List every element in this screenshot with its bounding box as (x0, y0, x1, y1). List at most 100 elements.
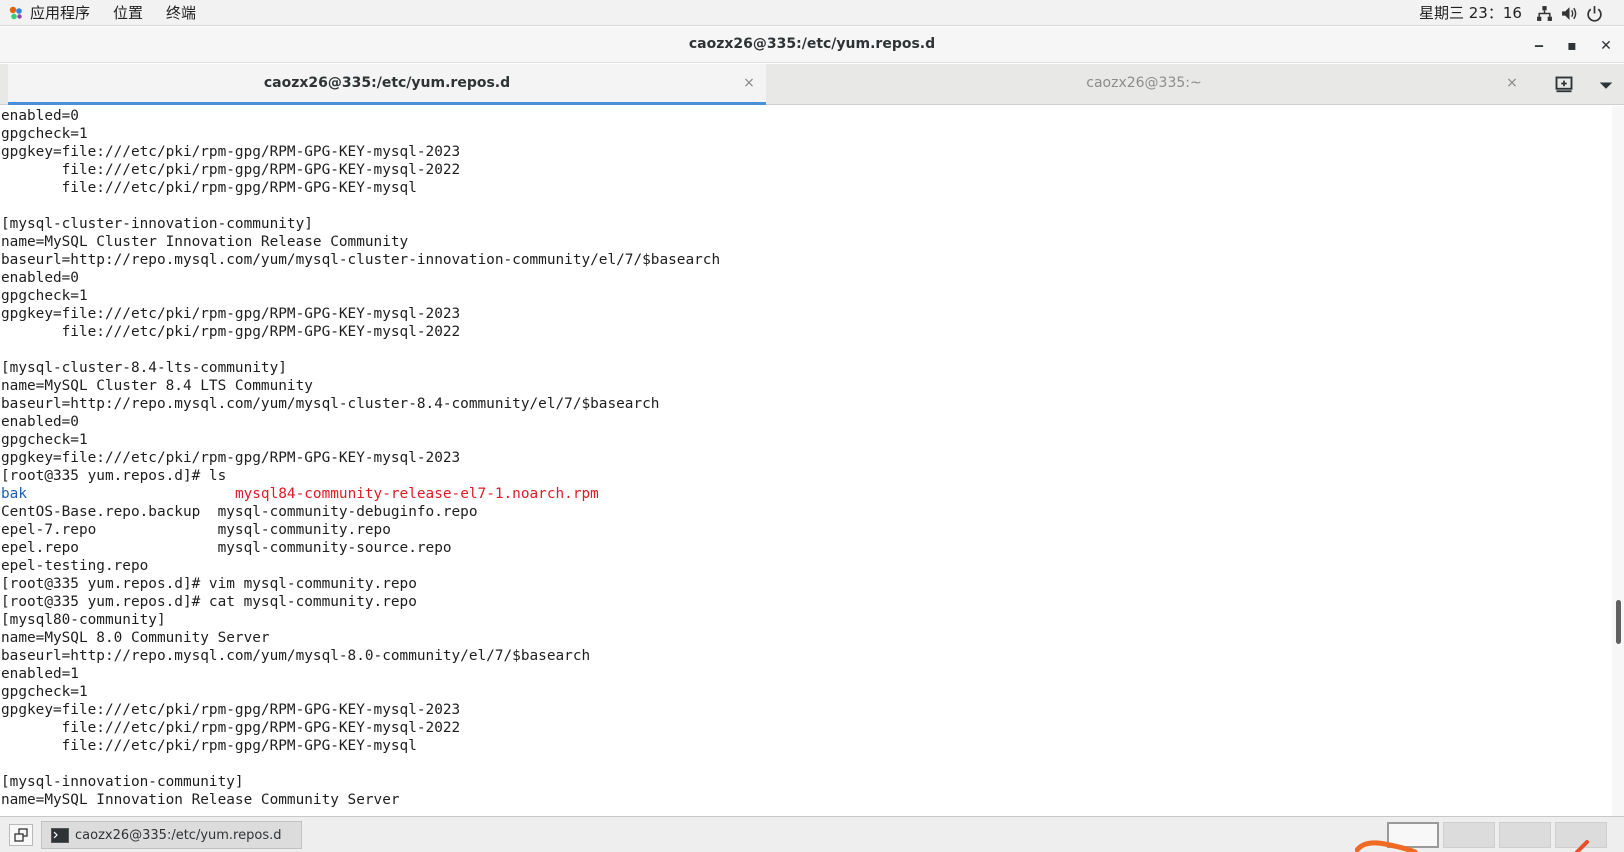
terminal-text: epel-7.repo mysql-community.repo (1, 522, 391, 538)
taskbar-window-label: caozx26@335:/etc/yum.repos.d (75, 828, 282, 843)
terminal-line: [mysql-cluster-innovation-community] (1, 215, 720, 233)
terminal-line: [mysql80-community] (1, 611, 720, 629)
tab-close-icon[interactable]: × (741, 74, 757, 92)
terminal-text: gpgcheck=1 (1, 432, 88, 448)
terminal-line: gpgkey=file:///etc/pki/rpm-gpg/RPM-GPG-K… (1, 449, 720, 467)
terminal-text: gpgcheck=1 (1, 684, 88, 700)
terminal-text: file:///etc/pki/rpm-gpg/RPM-GPG-KEY-mysq… (1, 162, 461, 178)
terminal-line: enabled=0 (1, 107, 720, 125)
terminal-text: file:///etc/pki/rpm-gpg/RPM-GPG-KEY-mysq… (1, 324, 461, 340)
terminal-text: gpgkey=file:///etc/pki/rpm-gpg/RPM-GPG-K… (1, 144, 461, 160)
terminal-text: name=MySQL 8.0 Community Server (1, 630, 270, 646)
directory-name-text: bak (1, 486, 27, 502)
terminal-line: [root@335 yum.repos.d]# ls (1, 467, 720, 485)
terminal-line: epel-7.repo mysql-community.repo (1, 521, 720, 539)
terminal-line: bak mysql84-community-release-el7-1.noar… (1, 485, 720, 503)
terminal-app-icon (51, 828, 69, 843)
minimize-button[interactable]: ‒ (1529, 36, 1549, 56)
terminal-line: gpgkey=file:///etc/pki/rpm-gpg/RPM-GPG-K… (1, 701, 720, 719)
terminal-line: file:///etc/pki/rpm-gpg/RPM-GPG-KEY-mysq… (1, 161, 720, 179)
rpm-file-text: mysql84-community-release-el7-1.noarch.r… (234, 486, 599, 502)
terminal-text: baseurl=http://repo.mysql.com/yum/mysql-… (1, 396, 660, 412)
clock[interactable]: 星期三 23：16 (1419, 3, 1522, 23)
terminal-line: file:///etc/pki/rpm-gpg/RPM-GPG-KEY-mysq… (1, 179, 720, 197)
terminal-text: gpgkey=file:///etc/pki/rpm-gpg/RPM-GPG-K… (1, 702, 461, 718)
tab-bar: caozx26@335:/etc/yum.repos.d × caozx26@3… (0, 64, 1624, 105)
terminal-line: gpgkey=file:///etc/pki/rpm-gpg/RPM-GPG-K… (1, 305, 720, 323)
close-button[interactable]: ✕ (1596, 36, 1616, 56)
show-desktop-icon (14, 828, 28, 842)
terminal-text: baseurl=http://repo.mysql.com/yum/mysql-… (1, 648, 591, 664)
terminal-text: name=MySQL Innovation Release Community … (1, 792, 400, 808)
terminal-line: epel.repo mysql-community-source.repo (1, 539, 720, 557)
terminal-lines: enabled=0 gpgcheck=1 gpgkey=file:///etc/pk… (1, 107, 720, 809)
taskbar-window-item[interactable]: caozx26@335:/etc/yum.repos.d (41, 821, 302, 849)
tab-home[interactable]: caozx26@335:~ × (766, 64, 1522, 105)
annotation-scribble (1355, 840, 1589, 852)
show-desktop-button[interactable] (9, 824, 33, 846)
terminal-text: gpgkey=file:///etc/pki/rpm-gpg/RPM-GPG-K… (1, 450, 461, 466)
terminal-line: name=MySQL 8.0 Community Server (1, 629, 720, 647)
window-title: caozx26@335:/etc/yum.repos.d (688, 36, 936, 52)
terminal-line: gpgcheck=1 (1, 431, 720, 449)
terminal-text: [root@335 yum.repos.d]# vim mysql-commun… (1, 576, 417, 592)
terminal-line: gpgcheck=1 (1, 287, 720, 305)
terminal-line: gpgcheck=1 (1, 125, 720, 143)
terminal-text: enabled=0 (1, 414, 79, 430)
volume-icon[interactable] (1561, 5, 1578, 22)
terminal-line: enabled=1 (1, 665, 720, 683)
new-tab-icon[interactable] (1554, 75, 1574, 95)
terminal-text: [root@335 yum.repos.d]# cat mysql-commun… (1, 594, 417, 610)
terminal-text: file:///etc/pki/rpm-gpg/RPM-GPG-KEY-mysq… (1, 738, 417, 754)
tab-yum-repos[interactable]: caozx26@335:/etc/yum.repos.d × (8, 64, 766, 105)
terminal-line: baseurl=http://repo.mysql.com/yum/mysql-… (1, 395, 720, 413)
terminal-scrollbar[interactable] (1612, 106, 1624, 816)
terminal-line: gpgkey=file:///etc/pki/rpm-gpg/RPM-GPG-K… (1, 143, 720, 161)
menu-terminal[interactable]: 终端 (166, 3, 196, 23)
terminal-line: file:///etc/pki/rpm-gpg/RPM-GPG-KEY-mysq… (1, 737, 720, 755)
network-icon[interactable] (1536, 5, 1553, 22)
terminal-line: name=MySQL Cluster Innovation Release Co… (1, 233, 720, 251)
terminal-line: name=MySQL Cluster 8.4 LTS Community (1, 377, 720, 395)
maximize-button[interactable]: ▪ (1562, 36, 1582, 56)
terminal-line: file:///etc/pki/rpm-gpg/RPM-GPG-KEY-mysq… (1, 719, 720, 737)
terminal-text: CentOS-Base.repo.backup mysql-community-… (1, 504, 478, 520)
terminal-text: [mysql-cluster-8.4-lts-community] (1, 360, 287, 376)
terminal-text: gpgkey=file:///etc/pki/rpm-gpg/RPM-GPG-K… (1, 306, 461, 322)
terminal-text: baseurl=http://repo.mysql.com/yum/mysql-… (1, 252, 721, 268)
scrollbar-thumb[interactable] (1616, 600, 1621, 644)
terminal-line: enabled=0 (1, 269, 720, 287)
terminal-line: [root@335 yum.repos.d]# cat mysql-commun… (1, 593, 720, 611)
tab-label: caozx26@335:~ (1086, 75, 1202, 91)
terminal-text: epel.repo mysql-community-source.repo (1, 540, 452, 556)
terminal-line: name=MySQL Innovation Release Community … (1, 791, 720, 809)
tab-label: caozx26@335:/etc/yum.repos.d (263, 75, 511, 91)
terminal-line: epel-testing.repo (1, 557, 720, 575)
terminal-text: [root@335 yum.repos.d]# ls (1, 468, 227, 484)
terminal-text: enabled=0 (1, 270, 79, 286)
tab-close-icon[interactable]: × (1504, 74, 1520, 92)
terminal-text: [mysql80-community] (1, 612, 166, 628)
terminal-line: enabled=0 (1, 413, 720, 431)
terminal-text: gpgcheck=1 (1, 288, 88, 304)
terminal-text: file:///etc/pki/rpm-gpg/RPM-GPG-KEY-mysq… (1, 180, 417, 196)
active-tab-indicator (8, 102, 766, 105)
terminal-line: [root@335 yum.repos.d]# vim mysql-commun… (1, 575, 720, 593)
tab-list-chevron-down-icon[interactable] (1596, 75, 1616, 95)
terminal-text: file:///etc/pki/rpm-gpg/RPM-GPG-KEY-mysq… (1, 720, 461, 736)
terminal-line: [mysql-innovation-community] (1, 773, 720, 791)
window-titlebar[interactable]: caozx26@335:/etc/yum.repos.d ‒ ▪ ✕ (0, 27, 1624, 63)
menu-applications[interactable]: 应用程序 (30, 3, 90, 23)
menu-places[interactable]: 位置 (113, 3, 143, 23)
terminal-text: name=MySQL Cluster 8.4 LTS Community (1, 378, 313, 394)
terminal-text: name=MySQL Cluster Innovation Release Co… (1, 234, 409, 250)
terminal-text: enabled=1 (1, 666, 79, 682)
top-panel: 应用程序 位置 终端 星期三 23：16 (0, 0, 1624, 26)
terminal-output[interactable]: enabled=0 gpgcheck=1 gpgkey=file:///etc/pk… (0, 106, 1612, 816)
power-icon[interactable] (1586, 5, 1603, 22)
terminal-text: [mysql-cluster-innovation-community] (1, 216, 313, 232)
